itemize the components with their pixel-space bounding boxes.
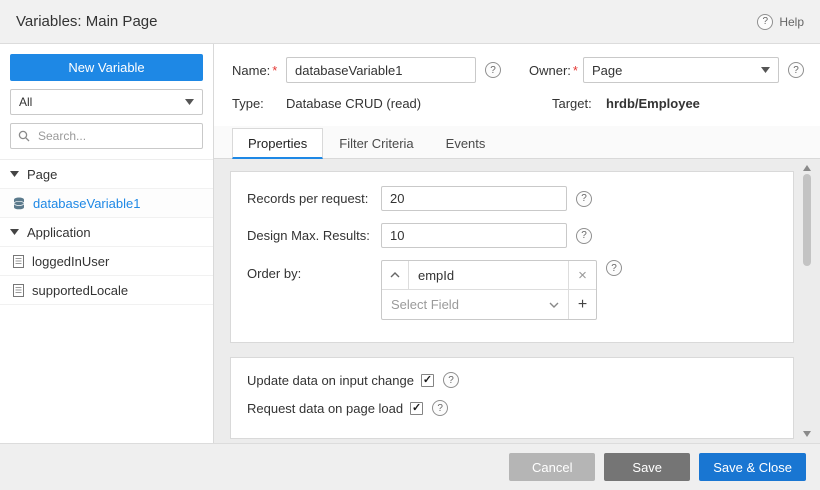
help-icon: ? xyxy=(757,14,773,30)
request-on-load-checkbox[interactable] xyxy=(410,402,423,415)
tab-events[interactable]: Events xyxy=(430,128,502,159)
tree-item-label: supportedLocale xyxy=(32,283,128,298)
required-marker: * xyxy=(573,63,578,78)
save-button[interactable]: Save xyxy=(604,453,690,481)
new-variable-button[interactable]: New Variable xyxy=(10,54,203,81)
variables-dialog: Variables: Main Page ? Help New Variable… xyxy=(0,0,820,490)
design-max-help-icon[interactable]: ? xyxy=(576,228,592,244)
variable-meta-form: Name:* ? Owner:* Page ? xyxy=(214,44,820,126)
scroll-down-arrow-icon[interactable] xyxy=(803,431,811,437)
variable-filter-dropdown[interactable]: All xyxy=(10,89,203,115)
add-order-field-button[interactable]: + xyxy=(568,290,596,319)
variable-icon xyxy=(13,255,24,268)
search-icon xyxy=(18,130,30,142)
owner-value: Page xyxy=(592,63,622,78)
records-per-request-label: Records per request: xyxy=(247,191,381,206)
tree-item-databasevariable1[interactable]: databaseVariable1 xyxy=(0,189,213,218)
tree-group-application[interactable]: Application xyxy=(0,218,213,247)
properties-tab-panel: Records per request: ? Design Max. Resul… xyxy=(214,159,820,443)
variable-editor: Name:* ? Owner:* Page ? xyxy=(214,44,820,443)
select-field-placeholder: Select Field xyxy=(391,297,459,312)
order-field-value: empId xyxy=(409,268,454,283)
tree-group-page[interactable]: Page xyxy=(0,160,213,189)
order-by-help-icon[interactable]: ? xyxy=(606,260,622,276)
cancel-button[interactable]: Cancel xyxy=(509,453,595,481)
tab-filter-criteria[interactable]: Filter Criteria xyxy=(323,128,429,159)
save-and-close-button[interactable]: Save & Close xyxy=(699,453,806,481)
request-on-load-label: Request data on page load xyxy=(247,401,403,416)
name-input[interactable] xyxy=(286,57,476,83)
records-per-request-input[interactable] xyxy=(381,186,567,211)
help-label: Help xyxy=(779,15,804,29)
behavior-panel: Update data on input change ? Request da… xyxy=(230,357,794,439)
tree-item-label: loggedInUser xyxy=(32,254,109,269)
target-label: Target: xyxy=(552,96,606,111)
vertical-scrollbar[interactable] xyxy=(800,161,814,441)
update-on-input-help-icon[interactable]: ? xyxy=(443,372,459,388)
remove-order-field-button[interactable]: × xyxy=(568,261,596,290)
sort-direction-button[interactable] xyxy=(382,261,409,289)
tree-group-label: Application xyxy=(27,225,91,240)
owner-label: Owner:* xyxy=(529,63,583,78)
design-max-results-input[interactable] xyxy=(381,223,567,248)
update-on-input-checkbox[interactable] xyxy=(421,374,434,387)
tree-item-supportedlocale[interactable]: supportedLocale xyxy=(0,276,213,305)
target-value: hrdb/Employee xyxy=(606,96,700,111)
scrollbar-track[interactable] xyxy=(803,174,811,428)
select-field-dropdown[interactable]: Select Field xyxy=(382,290,568,319)
caret-down-icon xyxy=(761,67,770,73)
caret-down-icon xyxy=(10,171,19,177)
name-label: Name:* xyxy=(232,63,286,78)
name-help-icon[interactable]: ? xyxy=(485,62,501,78)
type-value: Database CRUD (read) xyxy=(286,96,421,111)
database-variable-icon xyxy=(13,197,25,210)
dialog-footer: Cancel Save Save & Close xyxy=(0,443,820,490)
scroll-up-arrow-icon[interactable] xyxy=(803,165,811,171)
scrollbar-thumb[interactable] xyxy=(803,174,811,266)
order-by-label: Order by: xyxy=(247,260,381,281)
request-on-load-help-icon[interactable]: ? xyxy=(432,400,448,416)
dialog-header: Variables: Main Page ? Help xyxy=(0,0,820,44)
tree-item-loggedinuser[interactable]: loggedInUser xyxy=(0,247,213,276)
required-marker: * xyxy=(272,63,277,78)
records-help-icon[interactable]: ? xyxy=(576,191,592,207)
tab-properties[interactable]: Properties xyxy=(232,128,323,159)
page-title: Variables: Main Page xyxy=(16,13,157,30)
design-max-results-label: Design Max. Results: xyxy=(247,228,381,243)
help-button[interactable]: ? Help xyxy=(757,14,804,30)
owner-dropdown[interactable]: Page xyxy=(583,57,779,83)
tree-group-label: Page xyxy=(27,167,57,182)
update-on-input-label: Update data on input change xyxy=(247,373,414,388)
variable-icon xyxy=(13,284,24,297)
type-label: Type: xyxy=(232,96,286,111)
caret-down-icon xyxy=(10,229,19,235)
chevron-down-icon xyxy=(549,302,559,308)
tree-item-label: databaseVariable1 xyxy=(33,196,140,211)
variable-tree: Page databaseVariable1 Application logge… xyxy=(0,159,213,443)
chevron-up-icon xyxy=(390,272,400,278)
variable-filter-value: All xyxy=(19,95,32,109)
caret-down-icon xyxy=(185,99,194,105)
search-input[interactable] xyxy=(36,128,195,144)
variable-search xyxy=(10,123,203,149)
order-by-control: empId × Select Field + xyxy=(381,260,597,320)
owner-help-icon[interactable]: ? xyxy=(788,62,804,78)
editor-tabs: Properties Filter Criteria Events xyxy=(214,126,820,159)
variables-sidebar: New Variable All Page databaseVariable xyxy=(0,44,214,443)
data-options-panel: Records per request: ? Design Max. Resul… xyxy=(230,171,794,343)
